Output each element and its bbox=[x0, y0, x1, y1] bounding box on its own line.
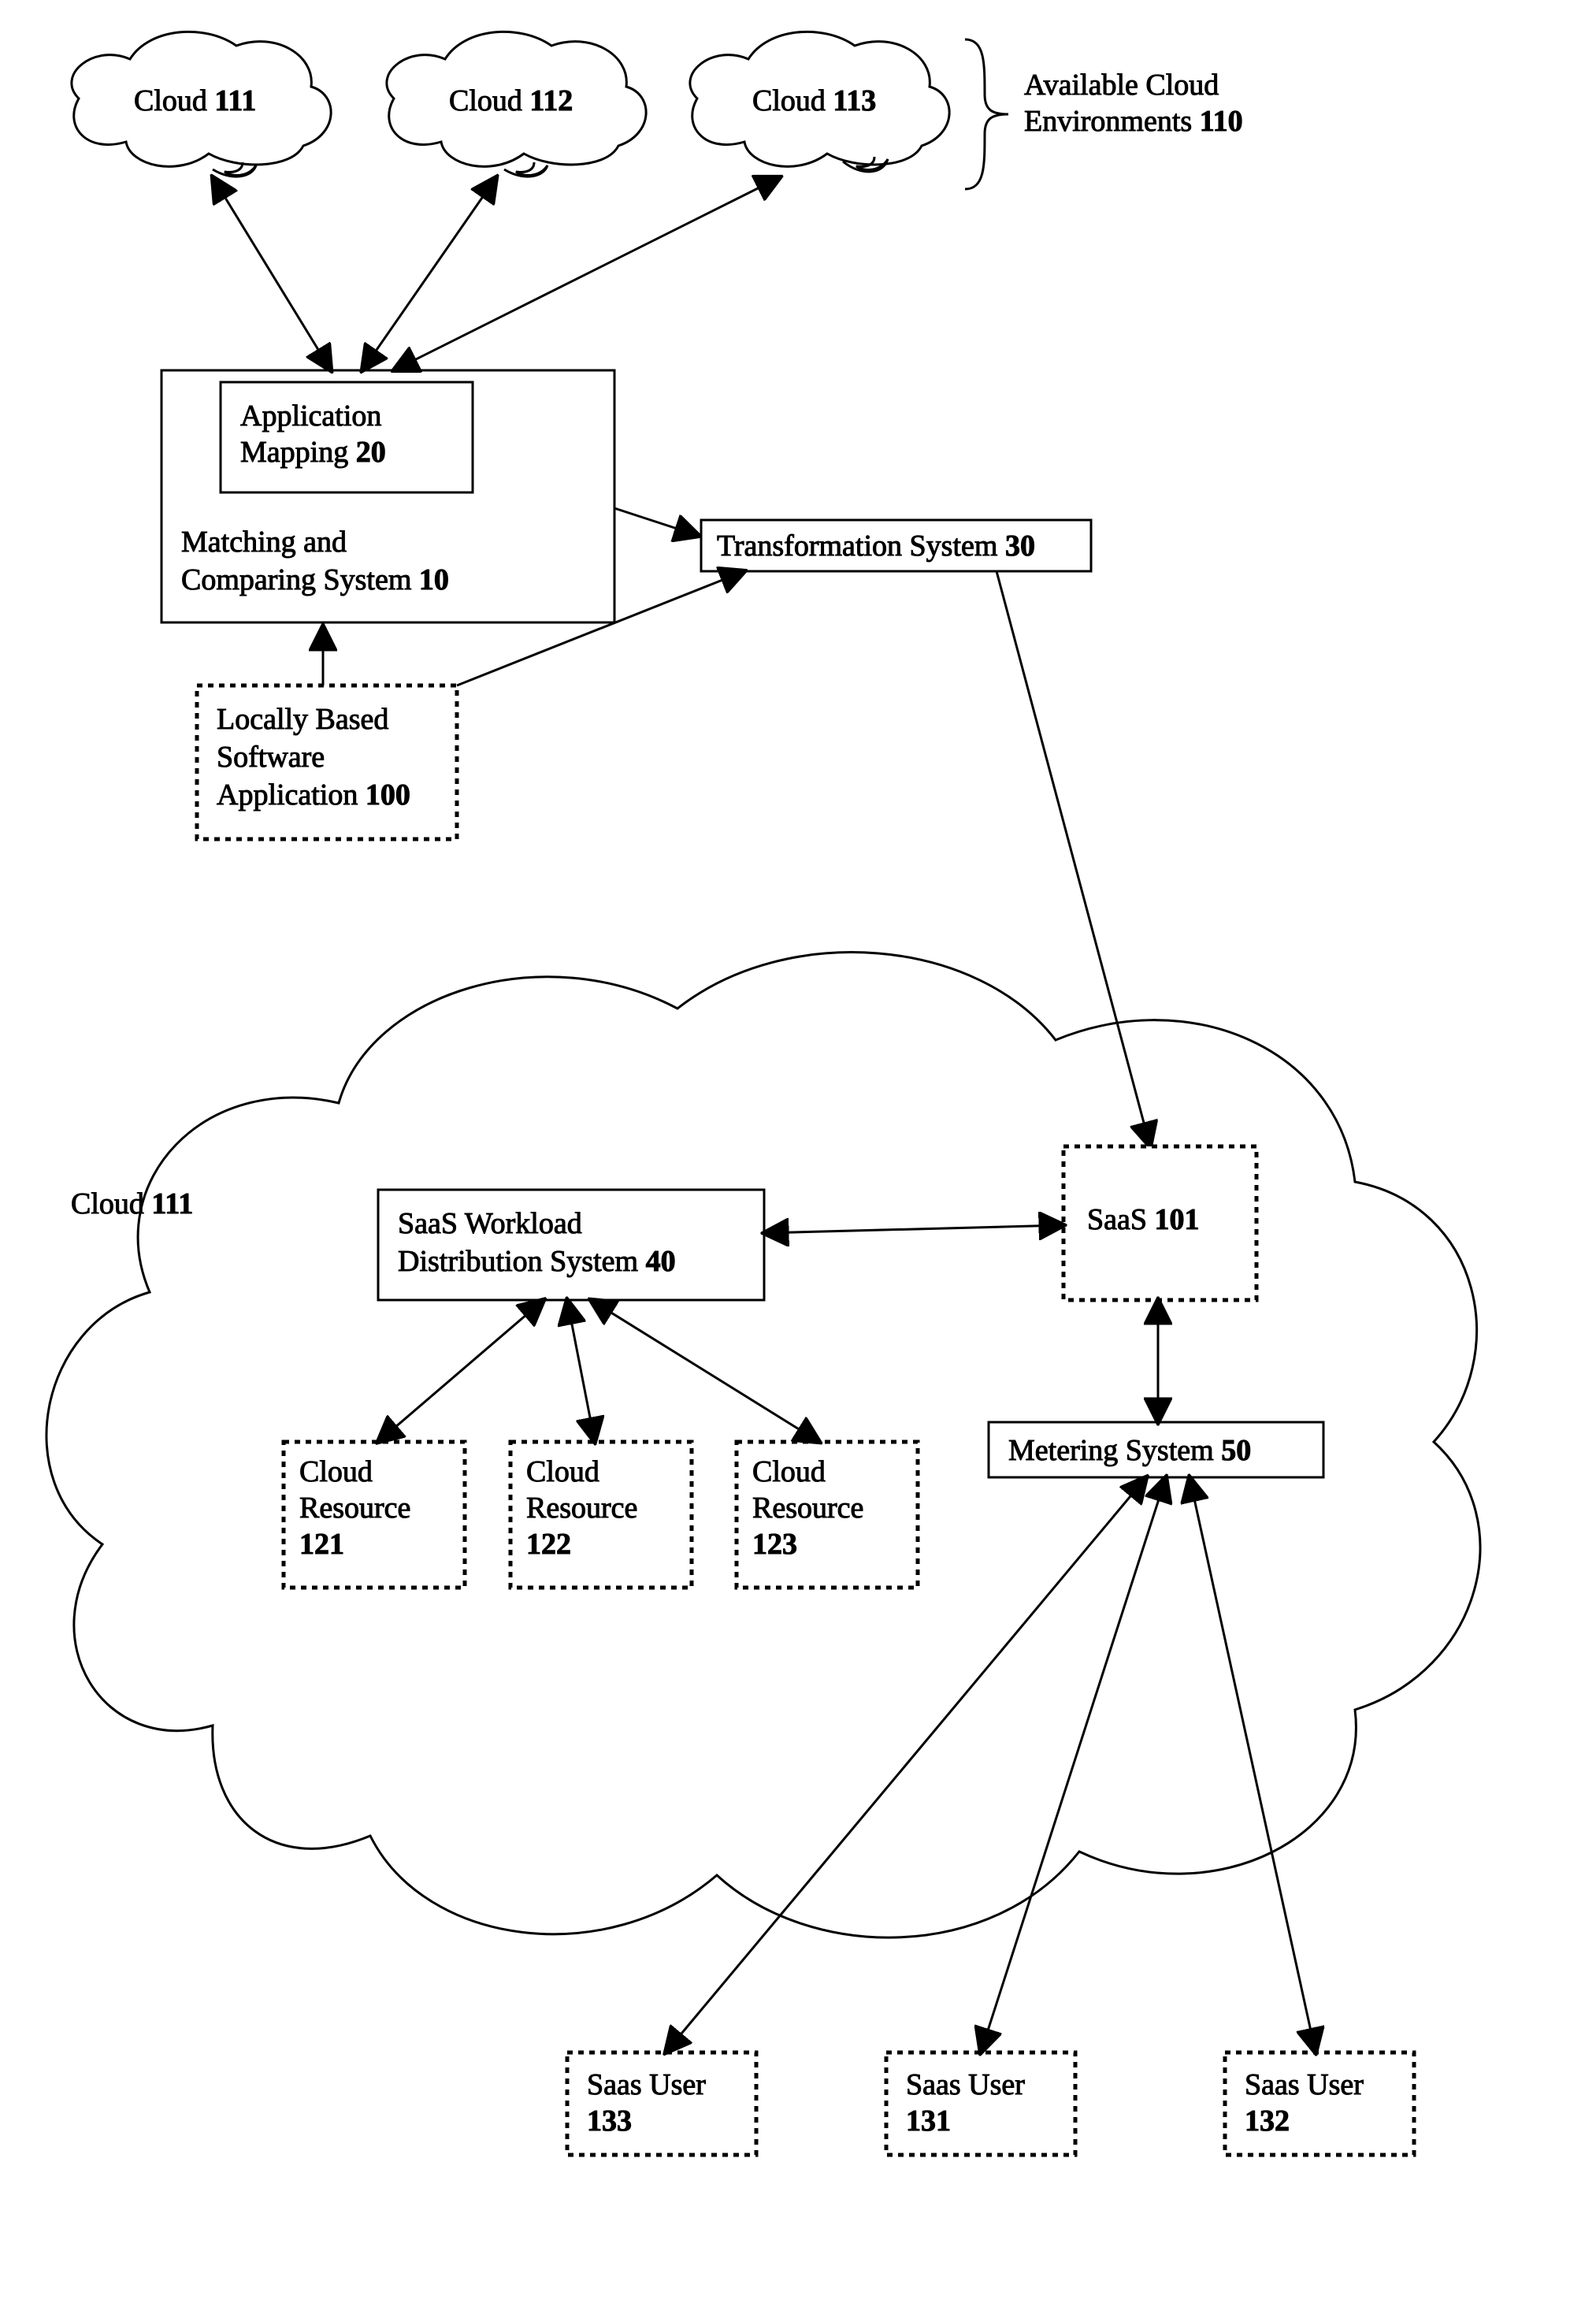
arrow-workload-saas101 bbox=[764, 1225, 1063, 1233]
metering-label: Metering System 50 bbox=[1008, 1434, 1251, 1467]
arrow-matching-transformation bbox=[614, 508, 699, 536]
res123-l2: Resource bbox=[752, 1491, 863, 1525]
user132-l1: Saas User bbox=[1245, 2068, 1364, 2101]
res122-l2: Resource bbox=[526, 1491, 637, 1525]
workload-label-2: Distribution System 40 bbox=[398, 1245, 676, 1278]
locally-label-2: Software bbox=[217, 741, 325, 774]
arrow-transformation-saas101 bbox=[997, 571, 1150, 1146]
metering-system: Metering System 50 bbox=[989, 1422, 1323, 1477]
appmapping-label-1: Application bbox=[240, 399, 381, 433]
available-envs-label: Available Cloud Environments 110 bbox=[1024, 69, 1243, 138]
res122-num: 122 bbox=[526, 1528, 571, 1561]
arrow-matching-cloud111 bbox=[213, 177, 331, 370]
arrow-workload-res121 bbox=[378, 1300, 544, 1442]
cloud-113-label: Cloud 113 bbox=[752, 84, 876, 117]
user132-num: 132 bbox=[1245, 2104, 1290, 2138]
saas-101: SaaS 101 bbox=[1063, 1146, 1256, 1300]
cloud-resource-122: Cloud Resource 122 bbox=[510, 1442, 692, 1588]
arrow-matching-cloud112 bbox=[362, 177, 496, 370]
user133-num: 133 bbox=[587, 2104, 632, 2138]
res121-l2: Resource bbox=[299, 1491, 410, 1525]
res121-l1: Cloud bbox=[299, 1455, 373, 1488]
matching-label-2: Comparing System 10 bbox=[181, 563, 449, 596]
cloud-resource-121: Cloud Resource 121 bbox=[284, 1442, 465, 1588]
user131-l1: Saas User bbox=[906, 2068, 1025, 2101]
arrow-workload-res123 bbox=[591, 1300, 819, 1442]
appmapping-label-2: Mapping 20 bbox=[240, 436, 386, 469]
res123-l1: Cloud bbox=[752, 1455, 826, 1488]
locally-label-3: Application 100 bbox=[217, 778, 410, 812]
user133-l1: Saas User bbox=[587, 2068, 706, 2101]
saas-user-131: Saas User 131 bbox=[886, 2052, 1075, 2155]
locally-based-software-application: Locally Based Software Application 100 bbox=[197, 685, 457, 839]
arrow-workload-res122 bbox=[567, 1300, 595, 1442]
matching-label-1: Matching and bbox=[181, 526, 347, 559]
big-cloud-label: Cloud 111 bbox=[71, 1187, 193, 1220]
saas-user-132: Saas User 132 bbox=[1225, 2052, 1414, 2155]
saas-user-133: Saas User 133 bbox=[567, 2052, 756, 2155]
brace-icon bbox=[965, 39, 1008, 189]
user131-num: 131 bbox=[906, 2104, 951, 2138]
cloud-resource-123: Cloud Resource 123 bbox=[737, 1442, 918, 1588]
transformation-label: Transformation System 30 bbox=[717, 529, 1035, 563]
res121-num: 121 bbox=[299, 1528, 344, 1561]
application-mapping: Application Mapping 20 bbox=[221, 382, 473, 492]
arrow-metering-user132 bbox=[1190, 1477, 1316, 2052]
saas-workload-distribution-system: SaaS Workload Distribution System 40 bbox=[378, 1190, 764, 1300]
res123-num: 123 bbox=[752, 1528, 797, 1561]
transformation-system: Transformation System 30 bbox=[701, 520, 1091, 571]
locally-label-1: Locally Based bbox=[217, 703, 388, 736]
cloud-111-label: Cloud 111 bbox=[134, 84, 256, 117]
workload-label-1: SaaS Workload bbox=[398, 1207, 582, 1240]
arrow-matching-cloud113 bbox=[394, 177, 780, 370]
cloud-112-label: Cloud 112 bbox=[449, 84, 573, 117]
saas101-label: SaaS 101 bbox=[1087, 1203, 1200, 1236]
res122-l1: Cloud bbox=[526, 1455, 599, 1488]
